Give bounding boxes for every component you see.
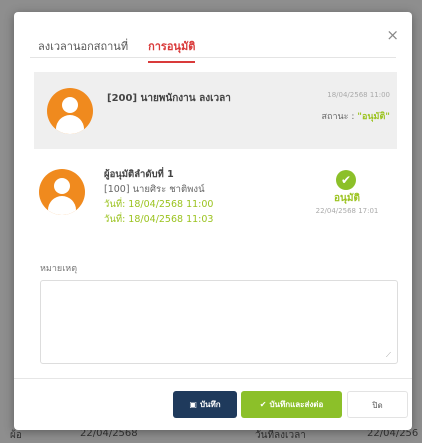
user-avatar-icon xyxy=(47,88,93,134)
approver-avatar-icon xyxy=(39,169,85,215)
resize-grip-icon[interactable]: ⟋ xyxy=(386,351,391,360)
close-button-label: ปิด xyxy=(372,401,383,410)
tab-approval[interactable]: การอนุมัติ xyxy=(148,37,196,63)
note-textarea[interactable] xyxy=(40,280,398,364)
floppy-disk-icon: ▣ xyxy=(189,400,197,409)
approver-row: ผู้อนุมัติลำดับที่ 1 [100] นายศิระ ชาติพ… xyxy=(34,157,397,247)
approver-date-1: วันที่: 18/04/2568 11:00 xyxy=(104,199,214,210)
requester-name: [200] นายพนักงาน ลงเวลา xyxy=(107,93,231,104)
tabs-divider xyxy=(30,57,396,58)
save-button[interactable]: ▣ บันทึก xyxy=(173,391,237,418)
close-icon[interactable]: × xyxy=(386,28,399,43)
background-text: วันที่ลงเวลา xyxy=(255,430,306,441)
save-button-label: บันทึก xyxy=(199,400,221,409)
request-date: 18/04/2568 11:00 xyxy=(327,91,390,99)
status-label: สถานะ : xyxy=(321,112,355,122)
footer-divider xyxy=(14,378,412,379)
tab-offsite-checkin[interactable]: ลงเวลานอกสถานที่ xyxy=(38,37,128,63)
approver-date-2: วันที่: 18/04/2568 11:03 xyxy=(104,214,214,225)
close-button[interactable]: ปิด xyxy=(347,391,408,418)
request-card: [200] นายพนักงาน ลงเวลา 18/04/2568 11:00… xyxy=(34,72,397,149)
background-text: ผ้อ xyxy=(10,430,22,441)
approval-time: 22/04/2568 17:01 xyxy=(315,207,379,215)
modal-tabs: ลงเวลานอกสถานที่ การอนุมัติ xyxy=(38,37,196,63)
approver-level-title: ผู้อนุมัติลำดับที่ 1 xyxy=(104,169,174,180)
check-circle-icon: ✔ xyxy=(336,170,356,190)
approval-status: อนุมัติ xyxy=(334,193,360,204)
save-and-forward-button[interactable]: ✔ บันทึกและส่งต่อ xyxy=(241,391,342,418)
check-icon: ✔ xyxy=(259,400,267,409)
status-value: "อนุมัติ" xyxy=(357,112,390,122)
request-status: สถานะ : "อนุมัติ" xyxy=(322,109,390,123)
save-forward-button-label: บันทึกและส่งต่อ xyxy=(269,400,324,409)
approval-modal: × ลงเวลานอกสถานที่ การอนุมัติ [200] นายพ… xyxy=(14,12,412,430)
approver-name: [100] นายศิระ ชาติพงน์ xyxy=(104,184,205,195)
note-label: หมายเหตุ xyxy=(40,264,78,274)
